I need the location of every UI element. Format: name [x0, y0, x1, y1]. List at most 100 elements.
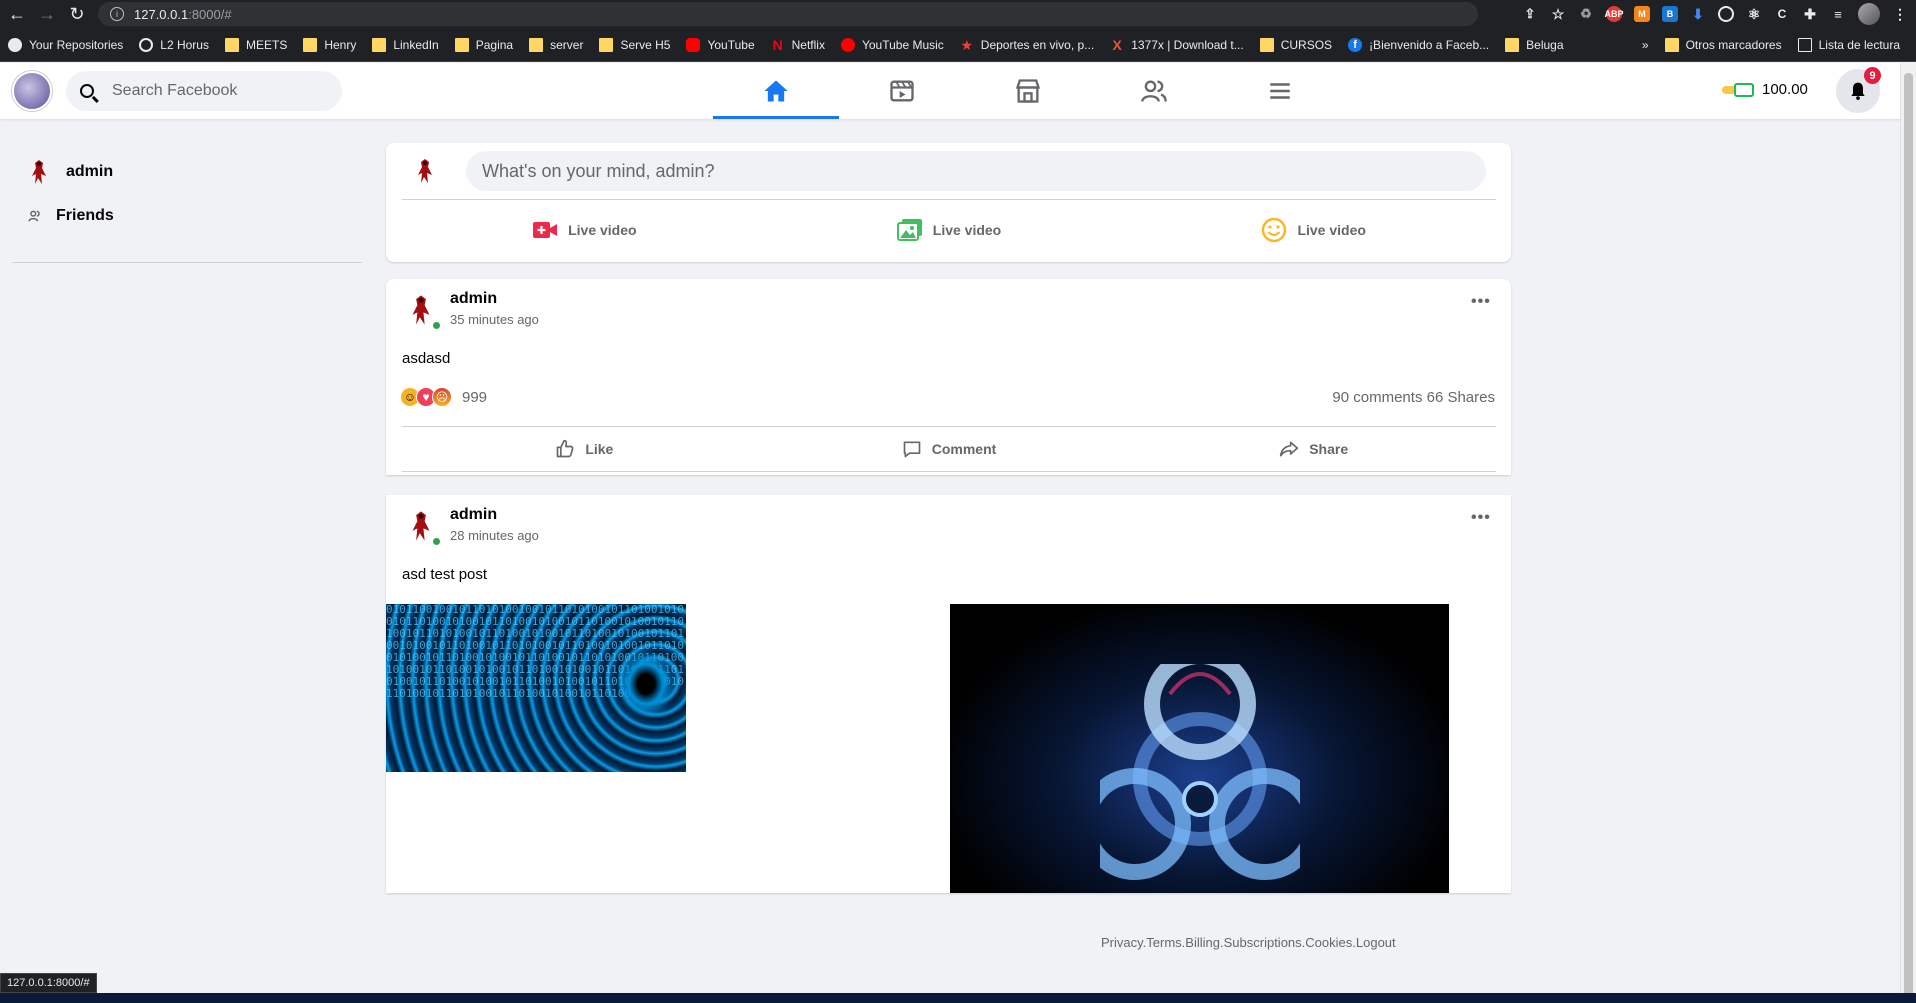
live-video-icon	[533, 222, 558, 238]
address-bar[interactable]: i 127.0.0.1:8000/#	[98, 2, 1478, 26]
like-button[interactable]: Like	[402, 427, 767, 471]
post-image-biohazard[interactable]	[950, 604, 1449, 893]
bookmark-item[interactable]: Your Repositories	[8, 37, 123, 52]
footer-link-privacy[interactable]: Privacy	[1101, 935, 1143, 950]
video-icon	[890, 80, 914, 102]
wallet-balance[interactable]: 100.00	[1722, 81, 1808, 98]
reading-list[interactable]: Lista de lectura	[1797, 37, 1900, 52]
sidebar-item-profile[interactable]: admin	[12, 150, 362, 194]
record-icon[interactable]	[1718, 6, 1734, 22]
more-options-icon[interactable]: •••	[1471, 509, 1491, 527]
bookmark-item[interactable]: Pagina	[454, 37, 513, 52]
app-logo[interactable]	[12, 71, 52, 111]
folder-icon	[599, 37, 614, 52]
site-info-icon[interactable]: i	[110, 7, 124, 21]
search-box[interactable]	[66, 71, 342, 111]
photo-video-button[interactable]: Live video	[767, 205, 1132, 255]
post-author[interactable]: admin	[450, 290, 497, 308]
home-icon	[764, 80, 788, 102]
bookmark-item[interactable]: L2 Horus	[139, 37, 209, 52]
netflix-icon: N	[772, 36, 783, 53]
more-options-icon[interactable]: •••	[1471, 293, 1491, 311]
bookmark-item[interactable]: Beluga	[1505, 37, 1564, 52]
download-icon[interactable]: ⬇	[1690, 6, 1706, 22]
globe-icon	[139, 37, 154, 52]
search-icon	[80, 84, 94, 98]
recycle-icon[interactable]: ♻	[1578, 6, 1594, 22]
live-video-button[interactable]: Live video	[402, 205, 767, 255]
bookmark-item[interactable]: N Netflix	[771, 38, 825, 52]
post-composer: What's on your mind, admin? Live video L…	[386, 143, 1511, 262]
post-timestamp[interactable]: 28 minutes ago	[450, 528, 539, 543]
footer-link-billing[interactable]: Billing	[1185, 935, 1220, 950]
tab-friends[interactable]	[1091, 63, 1217, 119]
tab-home[interactable]	[713, 63, 839, 119]
back-icon[interactable]: ←	[4, 1, 30, 27]
footer-link-subscriptions[interactable]: Subscriptions	[1224, 935, 1302, 950]
post-image-binary-tunnel[interactable]: 0101100100101101010010010110101001011010…	[386, 604, 686, 772]
tab-watch[interactable]	[839, 63, 965, 119]
react-devtools-icon[interactable]: ⚛	[1746, 6, 1762, 22]
smiley-icon	[1262, 217, 1287, 243]
folder-icon	[529, 37, 544, 52]
extensions-area: ⇪ ☆ ♻ ABP M B ⬇ ⚛ C ✚ ≡ ⋮	[1522, 3, 1908, 25]
online-status-dot	[432, 321, 441, 330]
feeling-button[interactable]: Live video	[1131, 205, 1496, 255]
thumbs-up-icon	[556, 439, 574, 458]
post-timestamp[interactable]: 35 minutes ago	[450, 312, 539, 327]
composer-input[interactable]: What's on your mind, admin?	[466, 151, 1486, 191]
bookmark-item[interactable]: MEETS	[224, 37, 287, 52]
share-icon[interactable]: ⇪	[1522, 6, 1538, 22]
feed-post: admin 28 minutes ago ••• asd test post 0…	[386, 495, 1511, 893]
adblock-icon[interactable]: ABP	[1605, 6, 1624, 22]
folder-icon	[303, 37, 318, 52]
bookmark-item[interactable]: YouTube Music	[840, 37, 944, 52]
reload-icon[interactable]: ↻	[64, 1, 90, 27]
forward-icon[interactable]: →	[34, 1, 60, 27]
bookmark-item[interactable]: CURSOS	[1259, 37, 1332, 52]
page-scrollbar[interactable]	[1900, 63, 1916, 1003]
bookmark-item[interactable]: Henry	[303, 37, 356, 52]
browser-menu-icon[interactable]: ⋮	[1892, 6, 1908, 22]
footer-link-terms[interactable]: Terms	[1146, 935, 1181, 950]
media-icon[interactable]: ≡	[1830, 6, 1846, 22]
comment-icon	[903, 441, 921, 458]
bookmark-item[interactable]: YouTube	[686, 37, 755, 52]
url-text: 127.0.0.1:8000/#	[134, 6, 232, 22]
feed-post: admin 35 minutes ago ••• asdasd ☺ ♥ ☹ 99…	[386, 279, 1511, 475]
bookmarks-overflow[interactable]: »	[1642, 38, 1649, 52]
balance-amount: 100.00	[1762, 81, 1808, 98]
bookmark-other[interactable]: Otros marcadores	[1664, 37, 1782, 52]
bookmark-item[interactable]: LinkedIn	[372, 37, 439, 52]
footer-link-logout[interactable]: Logout	[1356, 935, 1396, 950]
tab-menu[interactable]	[1217, 63, 1343, 119]
tab-marketplace[interactable]	[965, 63, 1091, 119]
bookmark-item[interactable]: f ¡Bienvenido a Faceb...	[1348, 37, 1489, 52]
reaction-summary[interactable]: ☺ ♥ ☹ 999	[400, 387, 487, 407]
post-author[interactable]: admin	[450, 506, 497, 524]
puzzle-icon[interactable]: ✚	[1802, 6, 1818, 22]
post-text: asd test post	[402, 566, 488, 583]
metamask-icon[interactable]: M	[1634, 6, 1650, 22]
folder-icon	[1664, 37, 1679, 52]
bookmark-star-icon[interactable]: ☆	[1550, 6, 1566, 22]
profile-avatar[interactable]	[1858, 3, 1880, 25]
code-extension-icon[interactable]: C	[1774, 6, 1790, 22]
bookmark-item[interactable]: X 1377x | Download t...	[1110, 38, 1244, 52]
sidebar-item-friends[interactable]: Friends	[12, 194, 362, 238]
comment-button[interactable]: Comment	[767, 427, 1132, 471]
share-button[interactable]: Share	[1131, 427, 1496, 471]
footer-link-cookies[interactable]: Cookies	[1305, 935, 1352, 950]
facebook-icon: f	[1348, 37, 1363, 52]
bookmark-item[interactable]: Serve H5	[599, 37, 670, 52]
bookmarks-bar: Your Repositories L2 Horus MEETS Henry Linke…	[0, 28, 1916, 62]
bookmark-item[interactable]: server	[529, 37, 583, 52]
app-header: 100.00 9	[0, 63, 1900, 119]
bitwarden-icon[interactable]: B	[1662, 6, 1678, 22]
reading-list-icon	[1797, 37, 1812, 52]
bookmarks-right: » Otros marcadores Lista de lectura	[1642, 37, 1916, 52]
bell-icon	[1851, 82, 1865, 100]
post-stats[interactable]: 90 comments 66 Shares	[1332, 389, 1495, 406]
search-input[interactable]	[112, 82, 312, 100]
bookmark-item[interactable]: ★ Deportes en vivo, p...	[960, 38, 1095, 52]
